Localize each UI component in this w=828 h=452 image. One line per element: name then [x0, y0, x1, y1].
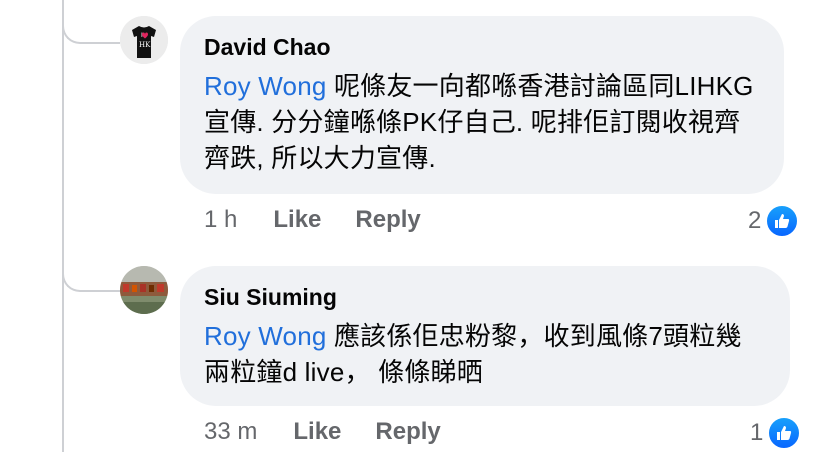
comment-actions: 1 h Like Reply [204, 206, 455, 234]
mention-link[interactable]: Roy Wong [204, 71, 327, 101]
comment-bubble: Siu Siuming Roy Wong 應該係佢忠粉黎，收到風條7頭粒幾兩粒鐘… [180, 266, 790, 406]
comment-timestamp[interactable]: 33 m [204, 418, 257, 446]
black-tshirt-i-love-hk-icon: I HK [120, 16, 168, 64]
mention-link[interactable]: Roy Wong [204, 321, 327, 351]
comment-text: Roy Wong 應該係佢忠粉黎，收到風條7頭粒幾兩粒鐘d live， 條條睇晒 [204, 318, 766, 390]
comment-author[interactable]: Siu Siuming [204, 282, 766, 312]
like-button[interactable]: Like [293, 418, 341, 446]
like-button[interactable]: Like [273, 206, 321, 234]
thread-line [62, 0, 64, 452]
reaction-count: 2 [748, 207, 762, 234]
thread-branch [62, 14, 120, 44]
reactions-summary[interactable]: 1 [750, 416, 802, 450]
thumbs-up-icon [767, 416, 802, 450]
comment-timestamp[interactable]: 1 h [204, 206, 237, 234]
reply-button[interactable]: Reply [375, 418, 440, 446]
reply-button[interactable]: Reply [355, 206, 420, 234]
comment-text: Roy Wong 呢條友一向都喺香港討論區同LIHKG宣傳. 分分鐘喺條PK仔自… [204, 68, 760, 176]
avatar[interactable] [120, 266, 168, 314]
reaction-count: 1 [750, 419, 764, 446]
avatar[interactable]: I HK [120, 16, 168, 64]
svg-text:HK: HK [139, 41, 151, 49]
comment-bubble: David Chao Roy Wong 呢條友一向都喺香港討論區同LIHKG宣傳… [180, 16, 784, 194]
comment-author[interactable]: David Chao [204, 32, 760, 62]
comment-actions: 33 m Like Reply [204, 418, 475, 446]
thread-branch [62, 262, 120, 292]
crowd-photo-icon [120, 266, 168, 314]
thumbs-up-icon [765, 204, 800, 238]
reactions-summary[interactable]: 2 [748, 204, 800, 238]
